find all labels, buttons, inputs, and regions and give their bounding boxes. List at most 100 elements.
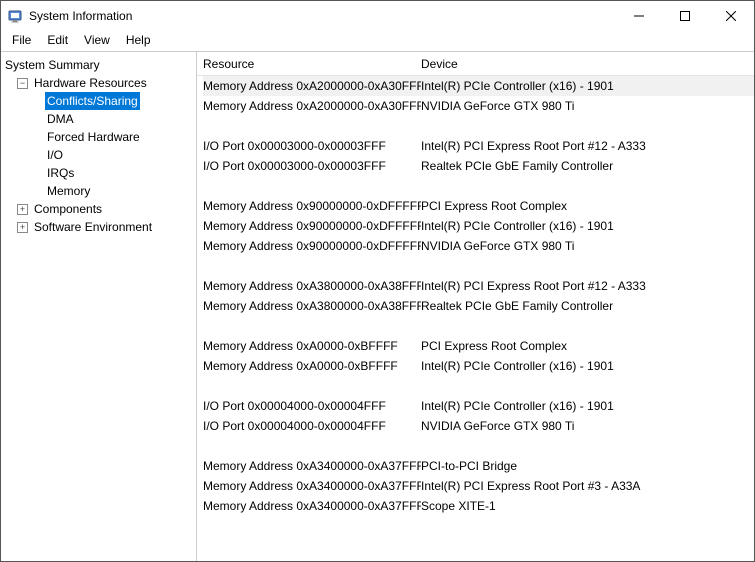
table-row [203,256,754,276]
table-row[interactable]: Memory Address 0xA0000-0xBFFFFIntel(R) P… [203,356,754,376]
cell-resource: Memory Address 0xA3800000-0xA38FFF... [203,279,421,293]
tree-memory[interactable]: Memory [3,182,194,200]
window-controls [616,1,754,31]
tree-root[interactable]: System Summary [3,56,194,74]
tree-conflicts[interactable]: Conflicts/Sharing [3,92,194,110]
tree-io[interactable]: I/O [3,146,194,164]
table-row [203,176,754,196]
col-header-resource[interactable]: Resource [203,57,421,71]
list-header[interactable]: Resource Device [197,52,754,76]
cell-device: NVIDIA GeForce GTX 980 Ti [421,99,754,113]
list-rows[interactable]: Memory Address 0xA2000000-0xA30FFF...Int… [197,76,754,561]
table-row [203,116,754,136]
maximize-icon [680,11,690,21]
cell-device: Intel(R) PCI Express Root Port #12 - A33… [421,279,754,293]
cell-resource: Memory Address 0x90000000-0xDFFFFF... [203,219,421,233]
table-row[interactable]: Memory Address 0x90000000-0xDFFFFF...NVI… [203,236,754,256]
table-row[interactable]: I/O Port 0x00003000-0x00003FFFRealtek PC… [203,156,754,176]
window-title: System Information [29,9,616,23]
menu-view[interactable]: View [77,32,117,48]
cell-device: Realtek PCIe GbE Family Controller [421,159,754,173]
cell-device: Intel(R) PCIe Controller (x16) - 1901 [421,79,754,93]
cell-resource: Memory Address 0xA2000000-0xA30FFF... [203,79,421,93]
cell-device: Scope XITE-1 [421,499,754,513]
cell-resource: Memory Address 0x90000000-0xDFFFFF... [203,199,421,213]
cell-resource: I/O Port 0x00004000-0x00004FFF [203,419,421,433]
tree-forced[interactable]: Forced Hardware [3,128,194,146]
tree-root-label: System Summary [3,56,102,74]
table-row[interactable]: Memory Address 0xA3400000-0xA37FFF...PCI… [203,456,754,476]
menu-edit[interactable]: Edit [40,32,75,48]
tree-memory-label: Memory [45,182,92,200]
expand-icon[interactable]: + [17,222,28,233]
col-header-device[interactable]: Device [421,57,754,71]
body: System Summary − Hardware Resources Conf… [1,51,754,561]
table-row[interactable]: Memory Address 0x90000000-0xDFFFFF...Int… [203,216,754,236]
table-row[interactable]: Memory Address 0xA3800000-0xA38FFF...Rea… [203,296,754,316]
tree-forced-label: Forced Hardware [45,128,142,146]
tree-irqs-label: IRQs [45,164,76,182]
cell-device: PCI-to-PCI Bridge [421,459,754,473]
tree-hwres[interactable]: − Hardware Resources [3,74,194,92]
cell-resource: Memory Address 0xA0000-0xBFFFF [203,359,421,373]
cell-resource: Memory Address 0xA3400000-0xA37FFF... [203,459,421,473]
table-row [203,316,754,336]
cell-resource: Memory Address 0xA3400000-0xA37FFF... [203,479,421,493]
list-panel: Resource Device Memory Address 0xA200000… [197,52,754,561]
cell-device: NVIDIA GeForce GTX 980 Ti [421,239,754,253]
cell-device: PCI Express Root Complex [421,199,754,213]
menu-file[interactable]: File [5,32,38,48]
close-button[interactable] [708,1,754,31]
table-row [203,376,754,396]
menubar: File Edit View Help [1,31,754,51]
tree-io-label: I/O [45,146,65,164]
minimize-button[interactable] [616,1,662,31]
cell-resource: Memory Address 0xA0000-0xBFFFF [203,339,421,353]
expand-icon[interactable]: + [17,204,28,215]
tree-panel[interactable]: System Summary − Hardware Resources Conf… [1,52,197,561]
tree-components-label: Components [32,200,104,218]
cell-resource: I/O Port 0x00003000-0x00003FFF [203,139,421,153]
tree-irqs[interactable]: IRQs [3,164,194,182]
table-row[interactable]: I/O Port 0x00004000-0x00004FFFNVIDIA GeF… [203,416,754,436]
cell-resource: I/O Port 0x00003000-0x00003FFF [203,159,421,173]
cell-resource: Memory Address 0x90000000-0xDFFFFF... [203,239,421,253]
cell-device: Intel(R) PCIe Controller (x16) - 1901 [421,219,754,233]
titlebar[interactable]: System Information [1,1,754,31]
cell-device: Intel(R) PCIe Controller (x16) - 1901 [421,399,754,413]
table-row[interactable]: Memory Address 0xA3400000-0xA37FFF...Sco… [203,496,754,516]
tree-conflicts-label: Conflicts/Sharing [45,92,140,110]
cell-resource: Memory Address 0xA2000000-0xA30FFF... [203,99,421,113]
cell-device: NVIDIA GeForce GTX 980 Ti [421,419,754,433]
cell-resource: I/O Port 0x00004000-0x00004FFF [203,399,421,413]
table-row [203,436,754,456]
table-row[interactable]: Memory Address 0xA3400000-0xA37FFF...Int… [203,476,754,496]
cell-device: PCI Express Root Complex [421,339,754,353]
cell-device: Intel(R) PCI Express Root Port #3 - A33A [421,479,754,493]
table-row[interactable]: Memory Address 0xA0000-0xBFFFFPCI Expres… [203,336,754,356]
table-row[interactable]: Memory Address 0x90000000-0xDFFFFF...PCI… [203,196,754,216]
tree-softenv[interactable]: + Software Environment [3,218,194,236]
tree-hwres-label: Hardware Resources [32,74,149,92]
tree-components[interactable]: + Components [3,200,194,218]
sysinfo-icon [7,8,23,24]
table-row[interactable]: I/O Port 0x00004000-0x00004FFFIntel(R) P… [203,396,754,416]
minimize-icon [634,11,644,21]
tree-dma[interactable]: DMA [3,110,194,128]
tree-dma-label: DMA [45,110,76,128]
table-row[interactable]: I/O Port 0x00003000-0x00003FFFIntel(R) P… [203,136,754,156]
window: System Information File Edit View Help S… [0,0,755,562]
cell-device: Realtek PCIe GbE Family Controller [421,299,754,313]
cell-device: Intel(R) PCIe Controller (x16) - 1901 [421,359,754,373]
cell-device: Intel(R) PCI Express Root Port #12 - A33… [421,139,754,153]
table-row[interactable]: Memory Address 0xA2000000-0xA30FFF...Int… [203,76,754,96]
collapse-icon[interactable]: − [17,78,28,89]
tree-softenv-label: Software Environment [32,218,154,236]
table-row[interactable]: Memory Address 0xA3800000-0xA38FFF...Int… [203,276,754,296]
cell-resource: Memory Address 0xA3800000-0xA38FFF... [203,299,421,313]
cell-resource: Memory Address 0xA3400000-0xA37FFF... [203,499,421,513]
menu-help[interactable]: Help [119,32,158,48]
maximize-button[interactable] [662,1,708,31]
close-icon [726,11,736,21]
table-row[interactable]: Memory Address 0xA2000000-0xA30FFF...NVI… [203,96,754,116]
